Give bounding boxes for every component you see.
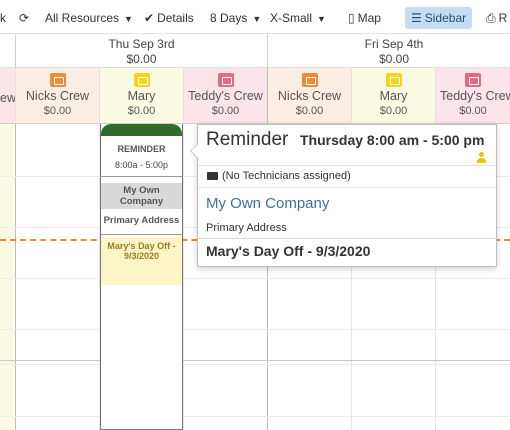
refresh-icon: ⟳ [19,11,30,25]
popover-divider [198,165,496,166]
resource-cell-partial[interactable]: ew [0,68,16,124]
resource-name: Mary [127,89,156,103]
sidebar-button[interactable]: ☰ Sidebar [405,7,473,29]
resources-dropdown-label: All Resources [45,11,120,25]
print-button[interactable]: ⎙ R [486,7,507,29]
resource-cell-teddys-crew[interactable]: Teddy's Crew $0.00 [436,68,510,124]
size-dropdown-label: X-Small [270,11,313,25]
caret-down-icon: ▼ [252,14,262,24]
check-icon: ✔ [144,11,155,25]
grid-column[interactable] [0,124,16,430]
grid-line [0,278,510,279]
resource-cell-nicks-crew[interactable]: Nicks Crew $0.00 [16,68,100,124]
resource-name: Teddy's Crew [440,89,510,103]
person-icon [133,73,150,87]
grid-line [0,329,510,330]
truck-icon [49,73,66,87]
event-type: REMINDER [117,144,166,154]
details-label: Details [157,11,194,25]
map-label: Map [357,11,381,25]
size-dropdown[interactable]: X-Small ▼ [270,7,326,29]
grid-line [0,416,510,417]
resource-cell-nicks-crew[interactable]: Nicks Crew $0.00 [268,68,352,124]
event-divider [101,176,182,177]
grid-line [0,360,510,361]
popover-arrow [190,143,198,159]
resource-cell-mary[interactable]: Mary $0.00 [100,68,184,124]
sidebar-label: Sidebar [424,11,467,25]
resource-name: Mary [379,89,408,103]
caret-down-icon: ▼ [124,14,133,24]
popover-technicians-label: (No Technicians assigned) [222,170,351,182]
day-header-fri: Fri Sep 4th $0.00 [268,34,510,68]
event-address: Primary Address [103,215,180,226]
resource-cell-teddys-crew[interactable]: Teddy's Crew $0.00 [184,68,268,124]
event-time: 8:00a - 5:00p [114,160,169,170]
resource-name: Nicks Crew [277,89,342,103]
day-amount: $0.00 [126,52,157,66]
day-title: Fri Sep 4th [364,37,424,51]
resource-cell-mary[interactable]: Mary $0.00 [352,68,436,124]
truck-icon [301,73,318,87]
popover-divider [198,187,496,188]
popover-address: Primary Address [206,222,287,234]
resource-amount: $0.00 [379,105,408,117]
toolbar: k ⟳ All Resources ▼ ✔ Details 8 Days ▼ X-Sm… [0,0,510,34]
refresh-button[interactable]: ⟳ [19,7,32,29]
print-label: R [498,11,508,25]
resource-name: Teddy's Crew [188,89,263,103]
reminder-event[interactable]: REMINDER 8:00a - 5:00p My Own Company Pr… [100,124,183,430]
resources-dropdown[interactable]: All Resources ▼ [45,7,133,29]
popover-company-link[interactable]: My Own Company [206,195,329,212]
day-header-thu: Thu Sep 3rd $0.00 [16,34,268,68]
day-title: Thu Sep 3rd [108,37,175,51]
resource-amount: $0.00 [211,105,240,117]
popover-note: Mary's Day Off - 9/3/2020 [206,243,371,259]
truck-icon [465,73,481,87]
resource-amount: $0.00 [127,105,156,117]
popover-title: Reminder [206,129,289,150]
days-dropdown[interactable]: 8 Days ▼ [210,7,261,29]
caret-down-icon: ▼ [317,14,326,24]
briefcase-icon [207,172,218,181]
days-dropdown-label: 8 Days [210,11,248,25]
person-icon [477,152,486,163]
map-button[interactable]: ▯ Map [348,7,381,29]
resource-name: ew [0,91,16,105]
event-popover: Reminder Thursday 8:00 am - 5:00 pm (No … [190,124,497,267]
resource-amount: $0.00 [459,105,487,117]
truck-icon [217,73,234,87]
print-icon: ⎙ [486,11,496,25]
event-note: Mary's Day Off - 9/3/2020 [101,237,182,285]
day-amount: $0.00 [378,52,410,66]
list-icon: ☰ [411,11,422,25]
toolbar-partial-label: k [0,11,6,25]
popover-technicians: (No Technicians assigned) [207,170,351,182]
day-header-partial [0,34,16,68]
event-company: My Own Company [101,183,182,209]
map-icon: ▯ [348,11,355,25]
person-icon [385,73,402,87]
resource-amount: $0.00 [295,105,324,117]
grid-column[interactable] [16,124,100,430]
details-toggle[interactable]: ✔ Details [144,7,194,29]
popover-divider [198,238,496,239]
event-header-bar [101,124,182,136]
resource-amount: $0.00 [43,105,72,117]
grid-line [0,364,510,365]
toolbar-partial-item[interactable]: k [0,7,6,29]
popover-time-range: Thursday 8:00 am - 5:00 pm [300,132,485,148]
resource-name: Nicks Crew [25,89,90,103]
event-divider [101,234,182,235]
